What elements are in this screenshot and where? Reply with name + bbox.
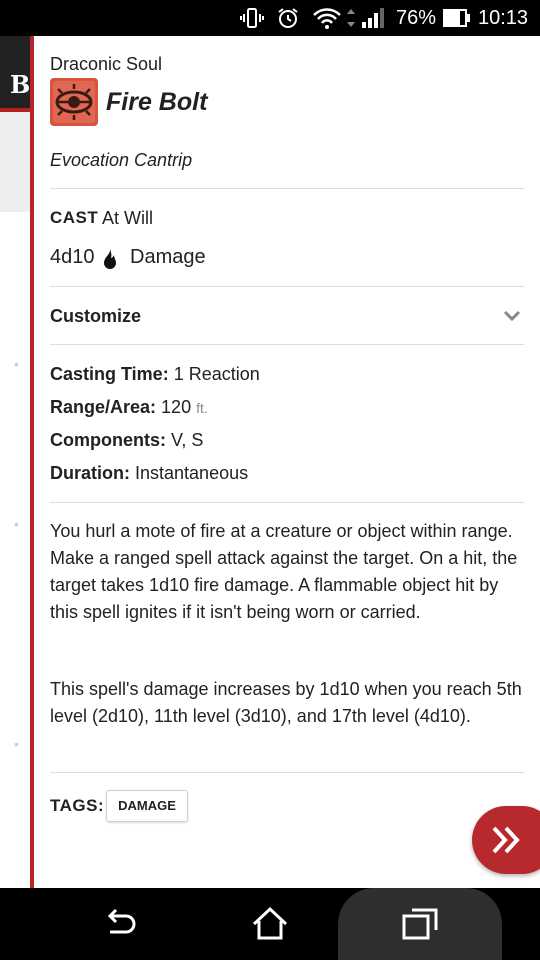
divider <box>50 772 524 773</box>
background-fragment: • <box>14 736 19 752</box>
battery-icon <box>443 9 470 27</box>
battery-percent: 76% <box>396 7 437 29</box>
next-button[interactable] <box>472 806 540 874</box>
cast-label: CAST <box>50 208 99 227</box>
customize-toggle[interactable]: Customize <box>50 294 524 344</box>
duration-value: Instantaneous <box>135 463 249 483</box>
components-row: Components: V, S <box>50 430 203 451</box>
casting-time-row: Casting Time: 1 Reaction <box>50 364 260 385</box>
spell-description: You hurl a mote of fire at a creature or… <box>50 521 518 622</box>
signal-icon <box>362 8 384 28</box>
clock: 10:13 <box>478 7 529 29</box>
status-bar: 76% 10:13 <box>0 0 540 36</box>
background-fragment: • <box>14 516 19 532</box>
components-label: Components: <box>50 430 166 450</box>
recents-icon[interactable] <box>400 904 440 944</box>
cast-value: At Will <box>102 208 153 228</box>
back-icon[interactable] <box>100 904 140 944</box>
damage-label: Damage <box>130 246 206 268</box>
navigation-bar <box>0 888 540 960</box>
double-chevron-right-icon <box>492 826 520 854</box>
alarm-icon <box>278 8 298 28</box>
spell-school: Evocation Cantrip <box>50 150 193 170</box>
spell-eye-icon <box>50 78 98 126</box>
chevron-down-icon <box>503 310 521 322</box>
spell-detail-panel: Draconic Soul Fire Bolt Evocation Cantri… <box>30 36 540 888</box>
tag-damage[interactable]: DAMAGE <box>106 790 188 822</box>
home-icon[interactable] <box>250 904 290 944</box>
divider <box>50 344 524 345</box>
tags-label: TAGS: <box>50 796 105 815</box>
divider <box>50 286 524 287</box>
customize-label: Customize <box>50 306 142 326</box>
damage-dice: 4d10 <box>50 246 95 268</box>
vibrate-icon <box>240 8 264 28</box>
range-label: Range/Area: <box>50 397 157 417</box>
data-arrows-icon <box>347 9 355 27</box>
range-row: Range/Area: 120 ft. <box>50 397 208 418</box>
range-value: 120 <box>161 397 192 417</box>
divider <box>50 502 524 503</box>
fire-icon <box>104 249 116 269</box>
background-fragment: • <box>14 356 19 372</box>
background-header-letter: B <box>10 70 31 99</box>
spell-name: Fire Bolt <box>106 88 208 116</box>
casting-time-label: Casting Time: <box>50 364 169 384</box>
duration-label: Duration: <box>50 463 130 483</box>
wifi-icon <box>313 8 341 29</box>
range-unit: ft. <box>196 400 208 416</box>
casting-time-value: 1 Reaction <box>173 364 260 384</box>
duration-row: Duration: Instantaneous <box>50 463 248 484</box>
spell-source: Draconic Soul <box>50 54 163 74</box>
divider <box>50 188 524 189</box>
components-value: V, S <box>171 430 204 450</box>
spell-higher-levels: This spell's damage increases by 1d10 wh… <box>50 679 522 726</box>
